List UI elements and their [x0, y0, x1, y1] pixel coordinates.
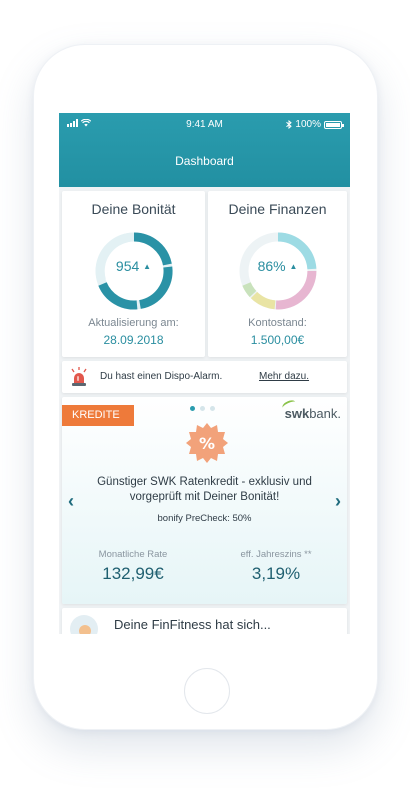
category-tag: KREDITE [62, 405, 134, 426]
status-right: 100% [286, 119, 344, 130]
finanzen-percent-label: 86% ▲ [236, 258, 320, 274]
finanzen-arc-green [241, 282, 256, 298]
dispo-alarm-card[interactable]: Du hast einen Dispo-Alarm. Mehr dazu. [62, 361, 347, 393]
trend-up-icon: ▲ [143, 262, 152, 271]
finanzen-balance: 1.500,00€ [250, 333, 305, 347]
battery-icon [324, 120, 344, 129]
battery-percent: 100% [295, 119, 321, 130]
chevron-right-icon[interactable]: › [335, 491, 341, 512]
bonitaet-score-label: 954 ▲ [92, 258, 176, 274]
finanzen-title: Deine Finanzen [228, 201, 327, 217]
annual-rate: eff. Jahreszins ** 3,19% [205, 549, 347, 584]
page-title: Dashboard [175, 154, 234, 168]
monthly-rate: Monatliche Rate 132,99€ [62, 549, 204, 584]
finanzen-arc-yellow [250, 291, 276, 310]
annual-rate-label: eff. Jahreszins ** [240, 549, 312, 560]
battery-fill [326, 122, 340, 127]
svg-text:%: % [199, 434, 215, 453]
finfitness-text: Deine FinFitness hat sich... [114, 617, 271, 632]
finfitness-card[interactable]: Deine FinFitness hat sich... [62, 608, 347, 634]
finanzen-arc-pink [275, 270, 316, 310]
brand-suffix: bank. [309, 406, 341, 421]
promo-title: Günstiger SWK Ratenkredit - exklusiv und… [97, 476, 312, 503]
finanzen-percent: 86% [257, 258, 286, 274]
home-button[interactable] [184, 668, 230, 714]
bonitaet-score: 954 [115, 258, 140, 274]
bonitaet-card[interactable]: Deine Bonität 954 ▲ Aktualisierung am: 2… [62, 191, 205, 357]
siren-icon [71, 367, 87, 386]
status-bar: 9:41 AM 100% [59, 119, 350, 133]
bonitaet-update-label: Aktualisierung am: [88, 317, 179, 329]
finanzen-ring: 86% ▲ [236, 229, 320, 313]
bonitaet-arc-3 [97, 282, 137, 310]
percent-badge-icon: % [186, 423, 228, 463]
finanzen-balance-label: Kontostand: [248, 317, 307, 329]
dispo-alarm-link[interactable]: Mehr dazu. [259, 371, 309, 382]
carousel-dot[interactable] [190, 406, 195, 411]
header-bar: 9:41 AM 100% Dashboard [59, 113, 350, 187]
carousel-dot[interactable] [210, 406, 215, 411]
monthly-rate-value: 132,99€ [102, 564, 164, 583]
bonitaet-title: Deine Bonität [91, 201, 176, 217]
carousel-dot[interactable] [200, 406, 205, 411]
bluetooth-icon [286, 120, 293, 129]
finanzen-card[interactable]: Deine Finanzen 86% ▲ Kontostand: 1.500,0… [208, 191, 347, 357]
trend-up-icon: ▲ [289, 262, 298, 271]
annual-rate-value: 3,19% [251, 564, 301, 583]
bonitaet-update-date: 28.09.2018 [103, 333, 164, 347]
dispo-alarm-text: Du hast einen Dispo-Alarm. [100, 371, 223, 382]
monthly-rate-label: Monatliche Rate [98, 549, 168, 560]
swkbank-logo: swkbank. [280, 398, 341, 421]
finfitness-icon [70, 615, 98, 634]
carousel-dots [190, 406, 215, 411]
promo-subtitle: bonify PreCheck: 50% [157, 513, 252, 524]
bonitaet-score-ring: 954 ▲ [92, 229, 176, 313]
app-screen: 9:41 AM 100% Dashboard Deine Bonität 954… [59, 113, 350, 634]
kredit-promo-card[interactable]: KREDITE swkbank. % ‹ › Günstiger SWK Rat… [62, 397, 347, 604]
phone-frame: 9:41 AM 100% Dashboard Deine Bonität 954… [33, 44, 378, 730]
